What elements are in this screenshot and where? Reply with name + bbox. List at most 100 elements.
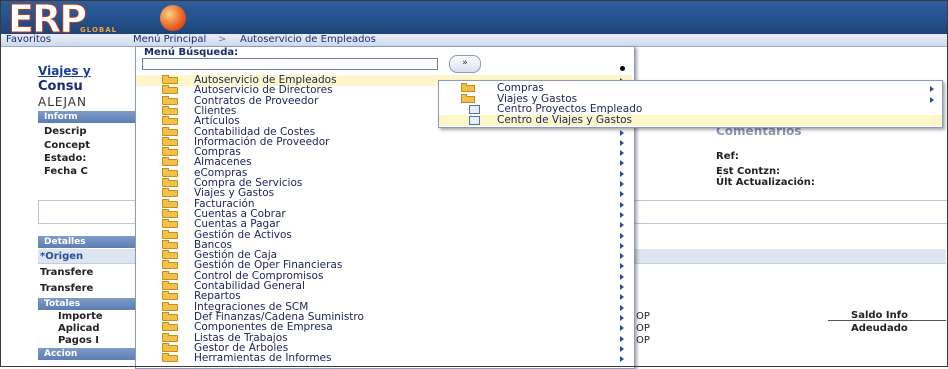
folder-icon xyxy=(162,332,178,342)
section-bar-totales[interactable]: Totales xyxy=(38,298,135,310)
folder-icon xyxy=(162,95,178,105)
app-header: ERP GLOBAL xyxy=(0,0,948,42)
submenu-arrow-icon xyxy=(620,294,624,301)
folder-icon xyxy=(162,188,178,198)
submenu-arrow-icon xyxy=(620,232,624,239)
table-row[interactable]: Transfere xyxy=(40,267,93,278)
submenu-arrow-icon xyxy=(620,345,624,352)
totals-label-pagos: Pagos I xyxy=(58,335,99,346)
currency-code: OP xyxy=(636,311,650,322)
submenu-arrow-icon xyxy=(620,356,624,363)
table-header-row-right xyxy=(633,249,946,264)
submenu-arrow-icon xyxy=(620,222,624,229)
submenu-arrow-icon xyxy=(620,181,624,187)
submenu-item-label: Centro de Viajes y Gastos xyxy=(497,113,632,126)
submenu-arrow-icon xyxy=(620,160,624,167)
folder-icon xyxy=(162,311,178,321)
saldo-divider xyxy=(828,320,946,321)
section-bar-informacion[interactable]: Inform xyxy=(38,111,138,123)
submenu-arrow-icon xyxy=(620,170,624,177)
page-icon xyxy=(469,105,480,114)
logo-subtext: GLOBAL xyxy=(80,26,118,34)
comment-box-right[interactable] xyxy=(633,200,948,224)
folder-icon xyxy=(162,116,178,126)
field-label-description: Descrip xyxy=(44,126,87,137)
folder-icon xyxy=(162,178,178,187)
user-name: ALEJAN xyxy=(38,95,87,109)
folder-icon xyxy=(162,353,178,363)
folder-icon xyxy=(162,85,178,95)
comment-box[interactable] xyxy=(38,200,137,224)
section-bar-label: Accion xyxy=(44,349,78,359)
table-row[interactable]: Transfere xyxy=(40,283,93,294)
submenu-item[interactable]: Centro de Viajes y Gastos xyxy=(439,113,942,126)
folder-icon xyxy=(162,291,178,301)
folder-icon xyxy=(162,136,178,146)
folder-icon xyxy=(162,208,178,218)
submenu-arrow-icon xyxy=(620,304,624,311)
folder-icon xyxy=(162,239,178,249)
erp-global-logo[interactable]: ERP GLOBAL xyxy=(7,0,218,42)
menu-search-input[interactable] xyxy=(142,58,438,70)
submenu-arrow-icon xyxy=(620,263,624,270)
est-contzn-label: Est Contzn: xyxy=(716,166,781,177)
submenu-arrow-icon xyxy=(620,211,624,218)
folder-icon xyxy=(162,342,178,352)
folder-icon xyxy=(162,75,178,84)
page-link-viajes[interactable]: Viajes y xyxy=(38,64,91,78)
submenu-arrow-icon xyxy=(620,325,624,332)
folder-icon xyxy=(162,105,178,115)
folder-icon xyxy=(162,198,178,208)
submenu-arrow-icon xyxy=(620,191,624,198)
folder-icon xyxy=(162,219,178,229)
submenu-arrow-icon xyxy=(620,253,624,260)
section-bar-detalles[interactable]: Detalles xyxy=(38,236,135,248)
nav-current-page[interactable]: Autoservicio de Empleados xyxy=(240,34,376,46)
submenu-arrow-icon xyxy=(930,96,934,103)
folder-icon xyxy=(162,229,178,239)
totals-label-importe: Importe xyxy=(58,311,103,322)
folder-icon xyxy=(461,83,475,92)
folder-icon xyxy=(162,167,178,177)
folder-icon xyxy=(461,93,475,103)
submenu-arrow-icon xyxy=(620,335,624,342)
folder-icon xyxy=(162,270,178,280)
folder-icon xyxy=(162,260,178,270)
adeudado-label: Adeudado xyxy=(851,323,908,334)
submenu-arrow-icon xyxy=(930,86,934,92)
menu-item[interactable]: Herramientas de Informes xyxy=(136,353,632,364)
submenu-arrow-icon xyxy=(620,150,624,157)
folder-icon xyxy=(162,281,178,290)
go-arrows-icon: » xyxy=(462,58,468,68)
submenu-arrow-icon xyxy=(620,273,624,280)
section-bar-acciones[interactable]: Accion xyxy=(38,348,135,360)
menu-pin-icon[interactable] xyxy=(620,66,625,71)
menu-search-go-button[interactable]: » xyxy=(449,55,481,73)
ult-actualizacion-label: Últ Actualización: xyxy=(716,177,815,188)
submenu-arrow-icon xyxy=(620,139,624,146)
submenu-arrow-icon xyxy=(620,284,624,290)
submenu-arrow-icon xyxy=(620,129,624,136)
menu-item-label: Herramientas de Informes xyxy=(194,352,332,365)
submenu-arrow-icon xyxy=(620,242,624,249)
currency-code: OP xyxy=(636,323,650,334)
ref-label: Ref: xyxy=(716,151,739,162)
origin-column-header: *Origen xyxy=(40,251,84,262)
nav-favorites[interactable]: Favoritos xyxy=(6,34,51,46)
submenu-autoservicio-empleados: Compras Viajes y Gastos Centro Proyectos E… xyxy=(438,80,943,128)
section-bar-label: Totales xyxy=(44,299,81,309)
menu-search-label: Menú Búsqueda: xyxy=(144,47,239,58)
submenu-arrow-icon xyxy=(620,314,624,321)
field-label-concept: Concept xyxy=(44,140,90,151)
totals-label-aplicado: Aplicad xyxy=(58,323,100,334)
currency-code: OP xyxy=(636,335,650,346)
nav-main-menu[interactable]: Menú Principal xyxy=(133,34,206,46)
field-label-date: Fecha C xyxy=(44,166,88,177)
folder-icon xyxy=(162,250,178,260)
folder-icon xyxy=(162,301,178,311)
page-icon xyxy=(469,115,480,125)
section-bar-label: Detalles xyxy=(44,237,86,247)
table-header-row: *Origen xyxy=(38,249,135,264)
submenu-arrow-icon xyxy=(620,201,624,208)
logo-globe-icon xyxy=(160,5,186,31)
